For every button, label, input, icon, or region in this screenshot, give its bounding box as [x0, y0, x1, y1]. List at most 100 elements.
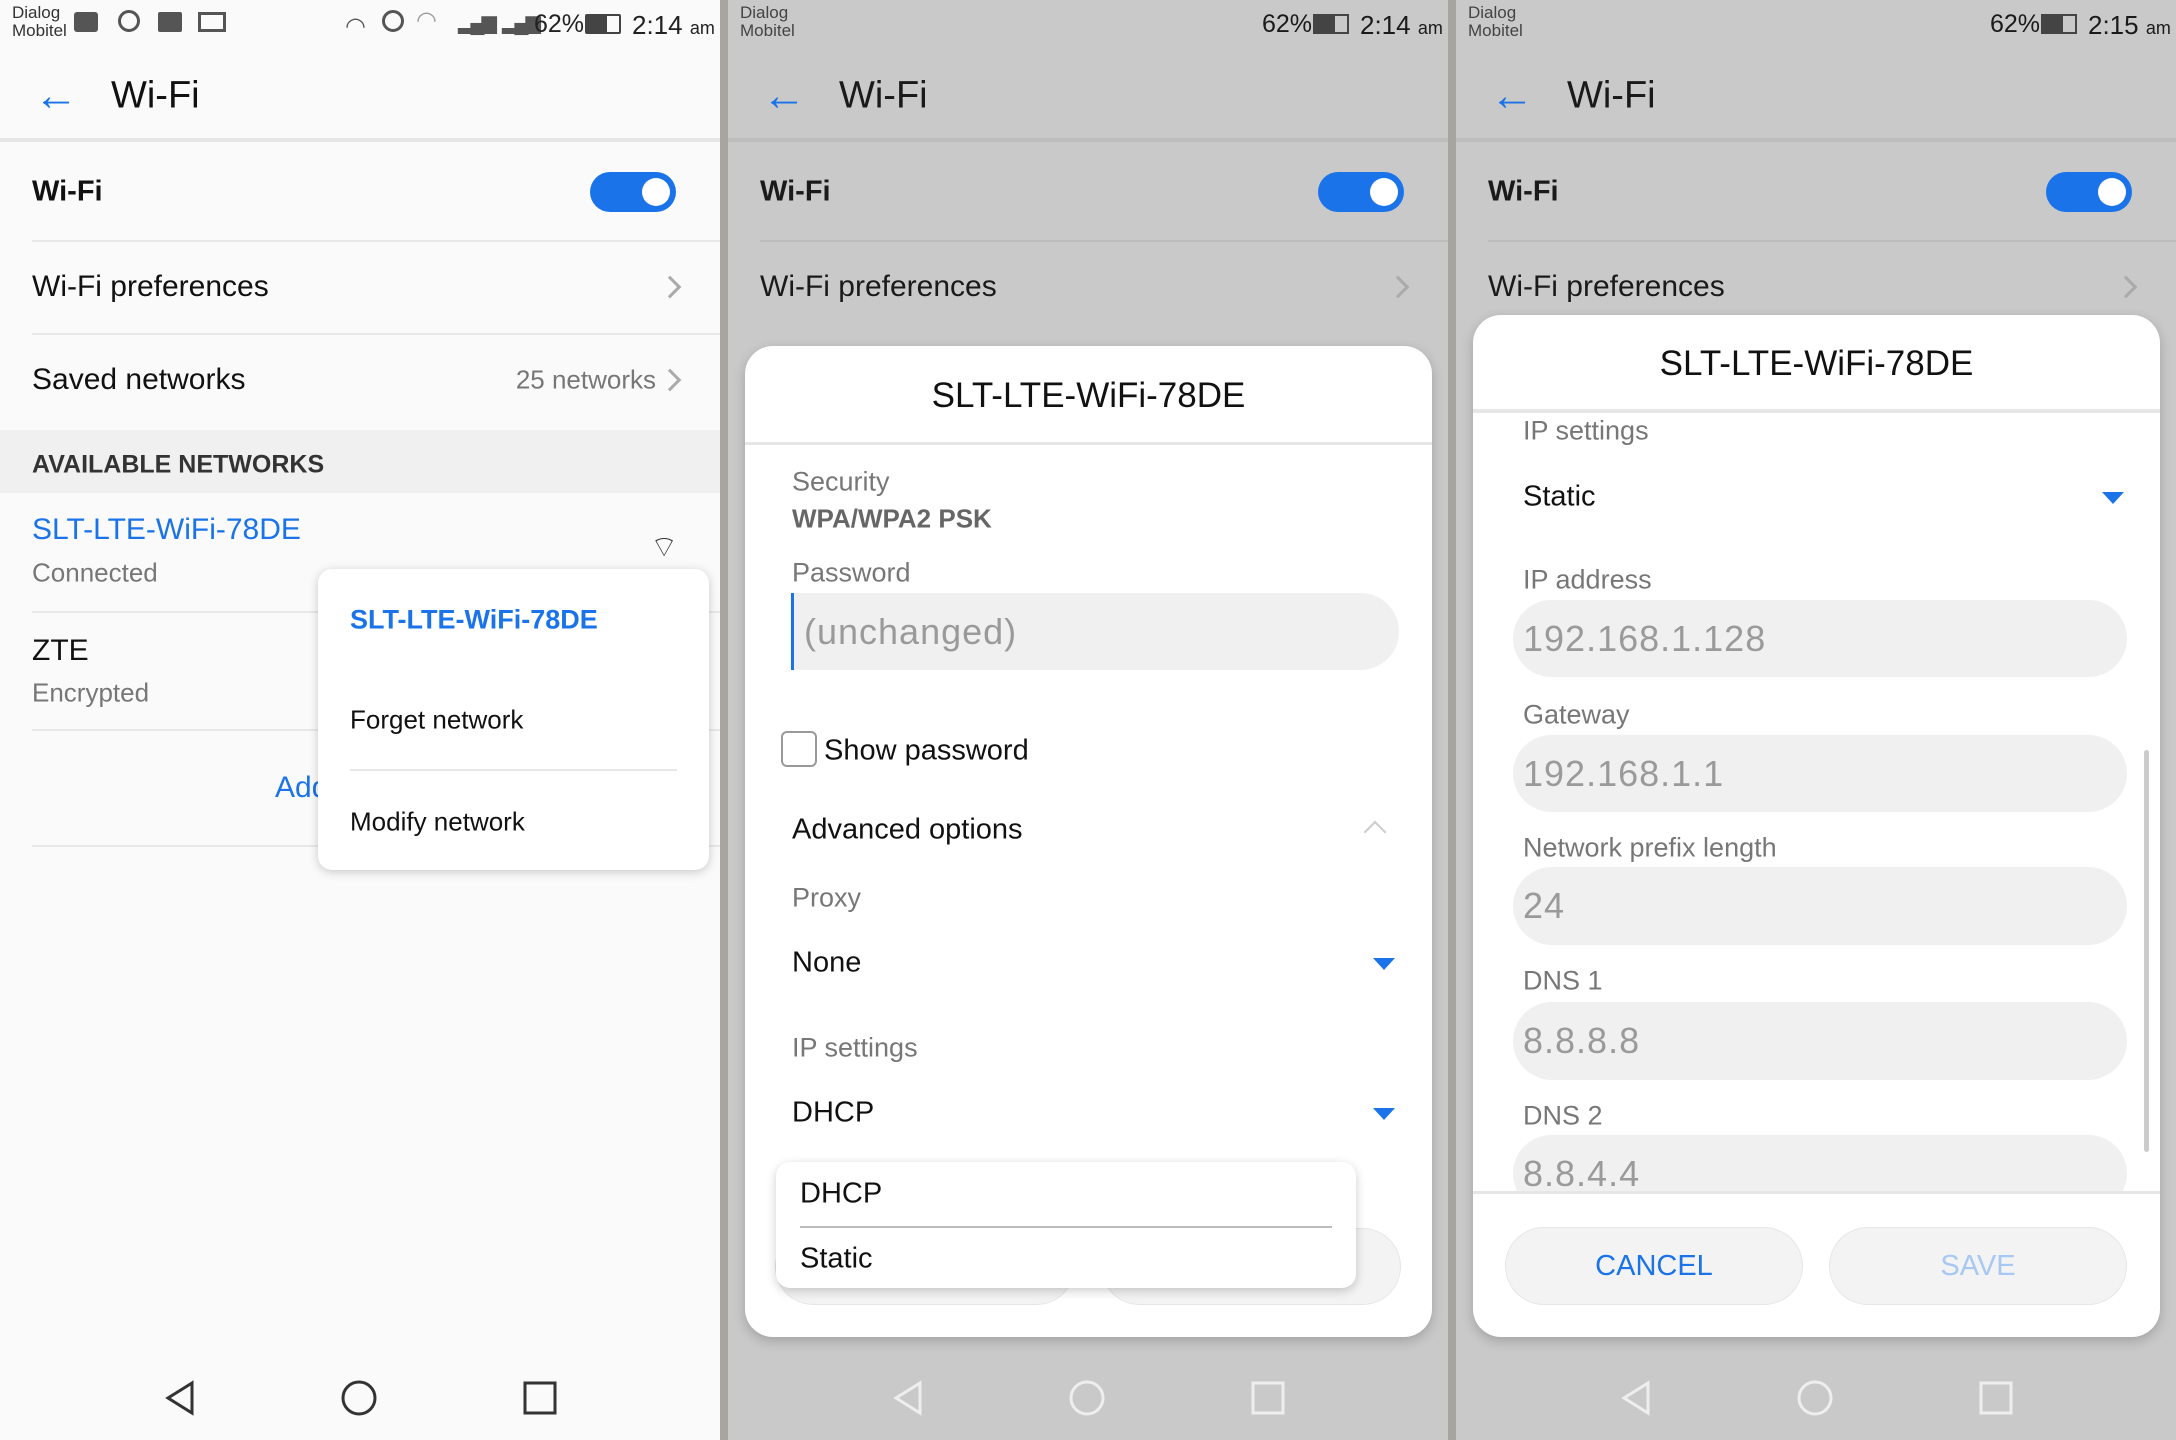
carrier-line: Dialog [1468, 3, 1517, 22]
page-title: Wi-Fi [1567, 74, 1656, 117]
nav-home-icon[interactable] [1069, 1380, 1105, 1416]
chevron-right-icon [658, 275, 682, 299]
dropdown-arrow-icon[interactable] [1373, 1108, 1395, 1120]
dns1-label: DNS 1 [1523, 965, 1603, 996]
nav-recents-icon[interactable] [522, 1380, 558, 1416]
wifi-preferences-item[interactable]: Wi-Fi preferences [32, 270, 269, 304]
carrier-line: Mobitel [740, 21, 795, 40]
prefix-length-input[interactable]: 24 [1513, 867, 2127, 945]
saved-networks-item[interactable]: Saved networks [32, 363, 245, 397]
show-password-checkbox[interactable] [781, 731, 817, 767]
chevron-right-icon [1386, 275, 1410, 299]
security-label: Security [792, 466, 890, 497]
time: 2:15 [2088, 10, 2139, 40]
wifi-preferences-item[interactable]: Wi-Fi preferences [1488, 270, 1725, 304]
nav-back-icon[interactable] [890, 1380, 926, 1416]
status-bar: Dialog Mobitel 62% 2:15 am [1456, 0, 2176, 48]
wifi-toggle[interactable] [1318, 172, 1404, 212]
dropdown-option-dhcp[interactable]: DHCP [800, 1178, 882, 1211]
back-arrow-icon[interactable]: ← [762, 71, 806, 121]
page-title: Wi-Fi [111, 74, 200, 117]
carrier-line: Dialog [12, 3, 61, 22]
network-status: Connected [32, 557, 158, 588]
modify-network-screen: Dialog Mobitel 62% 2:14 am ← Wi-Fi Wi-Fi … [728, 0, 1448, 1440]
ip-settings-dropdown: DHCP Static [776, 1162, 1356, 1288]
alarm-icon [382, 10, 404, 32]
back-arrow-icon[interactable]: ← [1490, 71, 1534, 121]
advanced-options-toggle[interactable]: Advanced options [792, 814, 1023, 847]
dns2-input[interactable]: 8.8.4.4 [1513, 1135, 2127, 1191]
carrier-line: Dialog [740, 3, 789, 22]
nav-home-icon[interactable] [1797, 1380, 1833, 1416]
headset-icon: ◠ [345, 13, 366, 40]
chevron-right-icon [2114, 275, 2138, 299]
gateway-input[interactable]: 192.168.1.1 [1513, 735, 2127, 812]
divider [32, 240, 720, 242]
dropdown-arrow-icon[interactable] [2102, 492, 2124, 504]
chevron-up-icon[interactable] [1363, 820, 1387, 844]
wifi-preferences-item[interactable]: Wi-Fi preferences [760, 270, 997, 304]
modify-network-item[interactable]: Modify network [350, 807, 525, 838]
divider [745, 442, 1432, 445]
carrier-line: Mobitel [12, 21, 67, 40]
gateway-label: Gateway [1523, 699, 1630, 730]
nav-back-icon[interactable] [162, 1380, 198, 1416]
ip-settings-label: IP settings [1523, 415, 1649, 446]
ip-address-input[interactable]: 192.168.1.128 [1513, 600, 2127, 677]
battery-percent: 62% [1262, 10, 1313, 38]
dns2-clip: 8.8.4.4 [1473, 1135, 2160, 1191]
clock: 2:15 am [2088, 10, 2171, 41]
time: 2:14 [1360, 10, 1411, 40]
wifi-toggle[interactable] [590, 172, 676, 212]
password-input[interactable]: (unchanged) [791, 593, 1399, 670]
signal-icon: ▂▄▆ [502, 12, 541, 34]
proxy-select[interactable]: None [792, 947, 861, 980]
carrier: Dialog Mobitel [12, 4, 67, 40]
back-arrow-icon[interactable]: ← [34, 71, 78, 121]
scrollbar[interactable] [2144, 750, 2149, 1152]
saved-networks-count: 25 networks [515, 364, 656, 395]
context-menu: SLT-LTE-WiFi-78DE Forget network Modify … [318, 569, 709, 870]
header-divider [728, 138, 1448, 142]
prefix-length-label: Network prefix length [1523, 832, 1777, 863]
laptop-icon [198, 12, 226, 32]
static-ip-dialog: SLT-LTE-WiFi-78DE IP settings Static IP … [1473, 315, 2160, 1337]
time: 2:14 [632, 10, 683, 40]
security-value: WPA/WPA2 PSK [792, 503, 992, 534]
wifi-toggle-label: Wi-Fi [1488, 175, 1559, 208]
gmail-icon [74, 12, 98, 32]
carrier: Dialog Mobitel [1468, 4, 1523, 40]
ampm: am [1417, 18, 1443, 38]
signal-icon: ▂▄▆ [458, 12, 497, 34]
wifi-toggle[interactable] [2046, 172, 2132, 212]
battery-percent: 62% [534, 10, 585, 38]
nav-recents-icon[interactable] [1978, 1380, 2014, 1416]
ip-settings-select[interactable]: Static [1523, 481, 1596, 514]
dropdown-option-static[interactable]: Static [800, 1243, 873, 1276]
clock: 2:14 am [632, 10, 715, 41]
cancel-button[interactable]: CANCEL [1505, 1227, 1803, 1305]
ampm: am [2145, 18, 2171, 38]
nav-recents-icon[interactable] [1250, 1380, 1286, 1416]
show-password-label: Show password [824, 734, 1029, 767]
battery-percent: 62% [1990, 10, 2041, 38]
clock: 2:14 am [1360, 10, 1443, 41]
page-title: Wi-Fi [839, 74, 928, 117]
dns1-input[interactable]: 8.8.8.8 [1513, 1002, 2127, 1080]
status-bar: Dialog Mobitel 62% 2:14 am [728, 0, 1448, 48]
divider [32, 333, 720, 335]
nav-back-icon[interactable] [1618, 1380, 1654, 1416]
dropdown-arrow-icon[interactable] [1373, 958, 1395, 970]
static-ip-screen: Dialog Mobitel 62% 2:15 am ← Wi-Fi Wi-Fi … [1456, 0, 2176, 1440]
dns2-label: DNS 2 [1523, 1100, 1603, 1131]
nav-home-icon[interactable] [341, 1380, 377, 1416]
save-button[interactable]: SAVE [1829, 1227, 2127, 1305]
ip-settings-select[interactable]: DHCP [792, 1097, 874, 1130]
carrier: Dialog Mobitel [740, 4, 795, 40]
forget-network-item[interactable]: Forget network [350, 705, 523, 736]
divider [1473, 1191, 2160, 1194]
wifi-lock-icon: ⌔ [650, 531, 679, 564]
ip-address-label: IP address [1523, 564, 1652, 595]
header-divider [0, 138, 720, 142]
context-menu-title: SLT-LTE-WiFi-78DE [350, 604, 598, 635]
